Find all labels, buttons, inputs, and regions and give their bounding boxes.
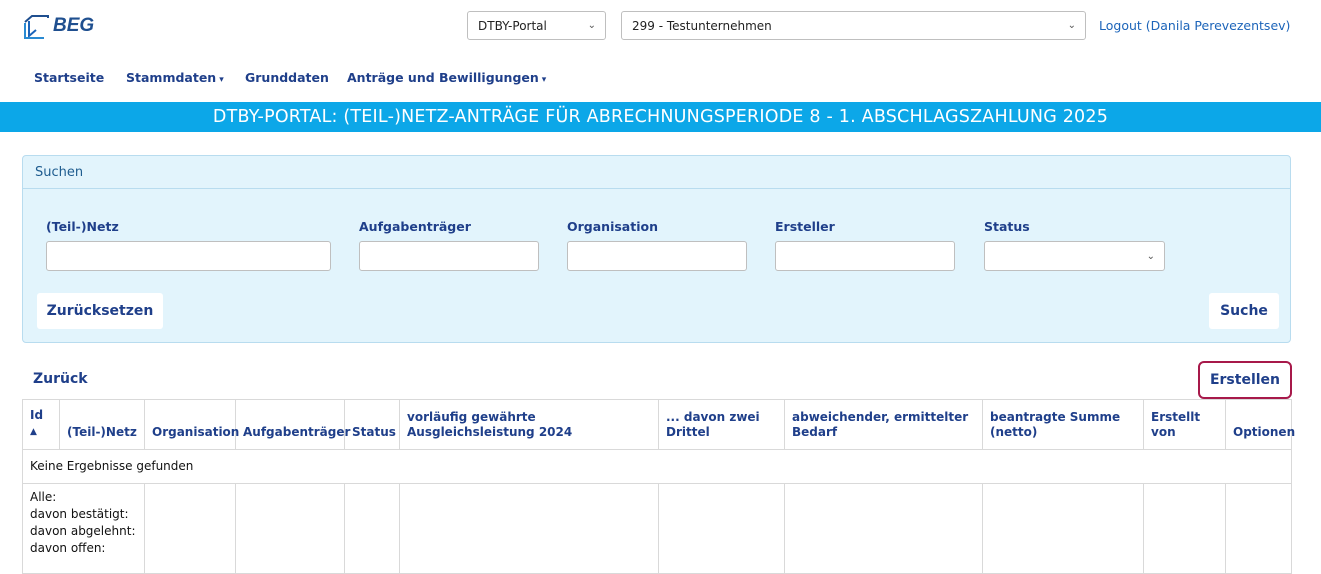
col-header-bedarf[interactable]: abweichender, ermittelter Bedarf xyxy=(784,399,983,450)
company-select-value: 299 - Testunternehmen xyxy=(632,18,772,33)
portal-select[interactable]: DTBY-Portal ⌄ xyxy=(467,11,606,40)
netz-label: (Teil-)Netz xyxy=(46,219,119,234)
summary-row: Alle: davon bestätigt: davon abgelehnt: … xyxy=(22,483,1292,574)
chevron-down-icon: ⌄ xyxy=(1146,251,1155,262)
col-header-organisation[interactable]: Organisation xyxy=(144,399,239,450)
reset-button[interactable]: Zurücksetzen xyxy=(37,293,163,329)
page-title: DTBY-PORTAL: (TEIL-)NETZ-ANTRÄGE FÜR ABR… xyxy=(0,102,1321,132)
col-header-optionen: Optionen xyxy=(1225,399,1295,450)
col-header-netz[interactable]: (Teil-)Netz xyxy=(59,399,145,450)
col-header-zwei-drittel[interactable]: ... davon zwei Drittel xyxy=(658,399,785,450)
chevron-down-icon: ⌄ xyxy=(587,20,596,31)
ersteller-label: Ersteller xyxy=(775,219,835,234)
summary-cell xyxy=(658,483,785,574)
summary-labels: Alle: davon bestätigt: davon abgelehnt: … xyxy=(22,483,145,574)
col-header-ausgleichsleistung[interactable]: vorläufig gewährte Ausgleichsleistung 20… xyxy=(399,399,659,450)
nav-startseite[interactable]: Startseite xyxy=(34,70,104,85)
nav-grunddaten[interactable]: Grunddaten xyxy=(245,70,329,85)
nav-antraege[interactable]: Anträge und Bewilligungen ▾ xyxy=(347,70,546,85)
summary-cell xyxy=(982,483,1144,574)
summary-cell xyxy=(1143,483,1226,574)
company-select[interactable]: 299 - Testunternehmen ⌄ xyxy=(621,11,1086,40)
summary-confirmed: davon bestätigt: xyxy=(30,507,129,521)
logo[interactable]: BEG xyxy=(22,12,94,40)
summary-cell xyxy=(235,483,345,574)
col-header-id-label: Id xyxy=(30,408,44,422)
search-panel: Suchen (Teil-)Netz Aufgabenträger Organi… xyxy=(22,155,1291,343)
summary-cell xyxy=(144,483,236,574)
logo-text: BEG xyxy=(53,15,95,36)
summary-open: davon offen: xyxy=(30,541,106,555)
col-header-summe[interactable]: beantragte Summe (netto) xyxy=(982,399,1144,450)
nav-stammdaten[interactable]: Stammdaten ▾ xyxy=(126,70,224,85)
portal-select-value: DTBY-Portal xyxy=(478,18,547,33)
caret-down-icon: ▾ xyxy=(219,75,224,85)
back-link[interactable]: Zurück xyxy=(33,371,88,387)
table-row: Keine Ergebnisse gefunden xyxy=(22,449,1292,484)
status-select[interactable]: ⌄ xyxy=(984,241,1165,271)
organisation-label: Organisation xyxy=(567,219,658,234)
nav-antraege-label: Anträge und Bewilligungen xyxy=(347,70,539,85)
col-header-status[interactable]: Status xyxy=(344,399,400,450)
main-nav: Startseite Stammdaten ▾ Grunddaten Anträg… xyxy=(0,66,1321,88)
results-table: Id ▲ (Teil-)Netz Organisation Aufgabenträ… xyxy=(22,399,1295,574)
create-button[interactable]: Erstellen xyxy=(1198,361,1292,399)
nav-grunddaten-label: Grunddaten xyxy=(245,70,329,85)
chevron-down-icon: ⌄ xyxy=(1067,20,1076,31)
col-header-aufgabentraeger[interactable]: Aufgabenträger xyxy=(235,399,350,450)
organisation-input[interactable] xyxy=(567,241,747,271)
nav-stammdaten-label: Stammdaten xyxy=(126,70,217,85)
aufgabentraeger-label: Aufgabenträger xyxy=(359,219,471,234)
search-button[interactable]: Suche xyxy=(1209,293,1279,329)
summary-cell xyxy=(1225,483,1292,574)
search-panel-header: Suchen xyxy=(23,156,1290,189)
nav-startseite-label: Startseite xyxy=(34,70,105,85)
header: BEG DTBY-Portal ⌄ 299 - Testunternehmen … xyxy=(0,0,1321,56)
col-header-erstellt-von[interactable]: Erstellt von xyxy=(1143,399,1226,450)
ersteller-input[interactable] xyxy=(775,241,955,271)
logo-icon xyxy=(24,15,49,39)
summary-cell xyxy=(344,483,400,574)
aufgabentraeger-input[interactable] xyxy=(359,241,539,271)
netz-input[interactable] xyxy=(46,241,331,271)
summary-cell xyxy=(399,483,659,574)
table-header-row: Id ▲ (Teil-)Netz Organisation Aufgabenträ… xyxy=(22,399,1295,450)
empty-message: Keine Ergebnisse gefunden xyxy=(22,449,1292,484)
col-header-id[interactable]: Id ▲ xyxy=(22,399,60,450)
status-label: Status xyxy=(984,219,1030,234)
summary-cell xyxy=(784,483,983,574)
logout-link[interactable]: Logout (Danila Perevezentsev) xyxy=(1099,18,1290,33)
summary-rejected: davon abgelehnt: xyxy=(30,524,136,538)
caret-down-icon: ▾ xyxy=(541,75,547,85)
sort-asc-icon: ▲ xyxy=(30,427,37,437)
summary-all: Alle: xyxy=(30,490,57,504)
